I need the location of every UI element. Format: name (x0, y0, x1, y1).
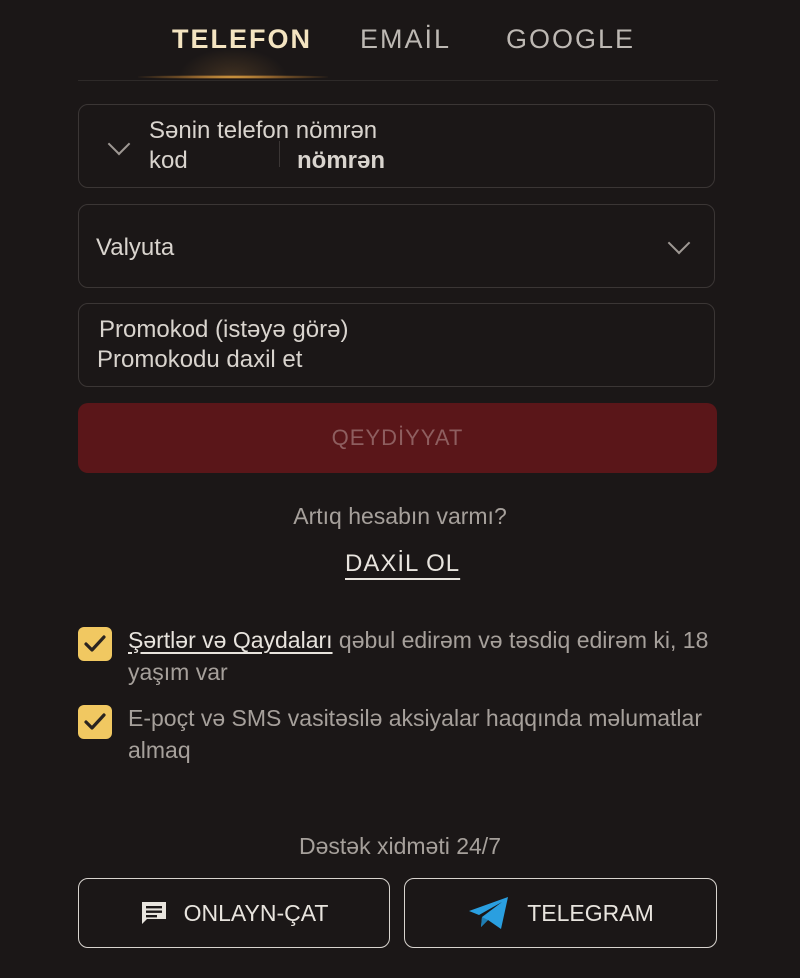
telegram-button[interactable]: TELEGRAM (404, 878, 717, 948)
phone-number-input[interactable] (297, 147, 677, 175)
register-button[interactable]: QEYDİYYAT (78, 403, 717, 473)
tab-google[interactable]: GOOGLE (506, 24, 635, 55)
chevron-down-icon (667, 231, 691, 255)
currency-label: Valyuta (96, 234, 175, 261)
marketing-text: E-poçt və SMS vasitəsilə aksiyalar haqqı… (128, 705, 702, 763)
terms-link[interactable]: Şərtlər və Qaydaları (128, 627, 333, 653)
currency-select[interactable]: Valyuta (78, 204, 715, 288)
phone-field: Sənin telefon nömrən (78, 104, 715, 188)
support-title: Dəstək xidməti 24/7 (299, 833, 501, 859)
method-tabs: TELEFON EMAİL GOOGLE (78, 0, 718, 81)
marketing-checkbox[interactable] (78, 705, 112, 739)
chat-bubble-icon (140, 900, 168, 926)
online-chat-label: ONLAYN-ÇAT (183, 899, 329, 926)
online-chat-button[interactable]: ONLAYN-ÇAT (78, 878, 390, 948)
active-tab-indicator (138, 75, 328, 79)
checkmark-icon (84, 713, 106, 730)
terms-checkbox[interactable] (78, 627, 112, 661)
registration-page: TELEFON EMAİL GOOGLE Sənin telefon nömrə… (0, 0, 800, 978)
terms-text: Şərtlər və Qaydaları qəbul edirəm və təs… (128, 624, 728, 688)
country-code-chevron-down-icon[interactable] (107, 132, 131, 156)
phone-divider (279, 141, 280, 167)
promo-field: Promokod (istəyə görə) (78, 303, 715, 387)
telegram-plane-icon (467, 896, 511, 930)
country-code-input[interactable] (149, 147, 269, 175)
promo-code-input[interactable] (97, 346, 677, 374)
tab-email[interactable]: EMAİL (360, 24, 451, 55)
phone-label: Sənin telefon nömrən (149, 117, 378, 144)
have-account-text: Artıq hesabın varmı? (293, 503, 507, 529)
promo-label: Promokod (istəyə görə) (99, 316, 349, 343)
checkmark-icon (84, 635, 106, 652)
telegram-label: TELEGRAM (527, 899, 654, 926)
tab-telefon[interactable]: TELEFON (172, 24, 312, 55)
login-link[interactable]: DAXİL OL (345, 550, 460, 578)
